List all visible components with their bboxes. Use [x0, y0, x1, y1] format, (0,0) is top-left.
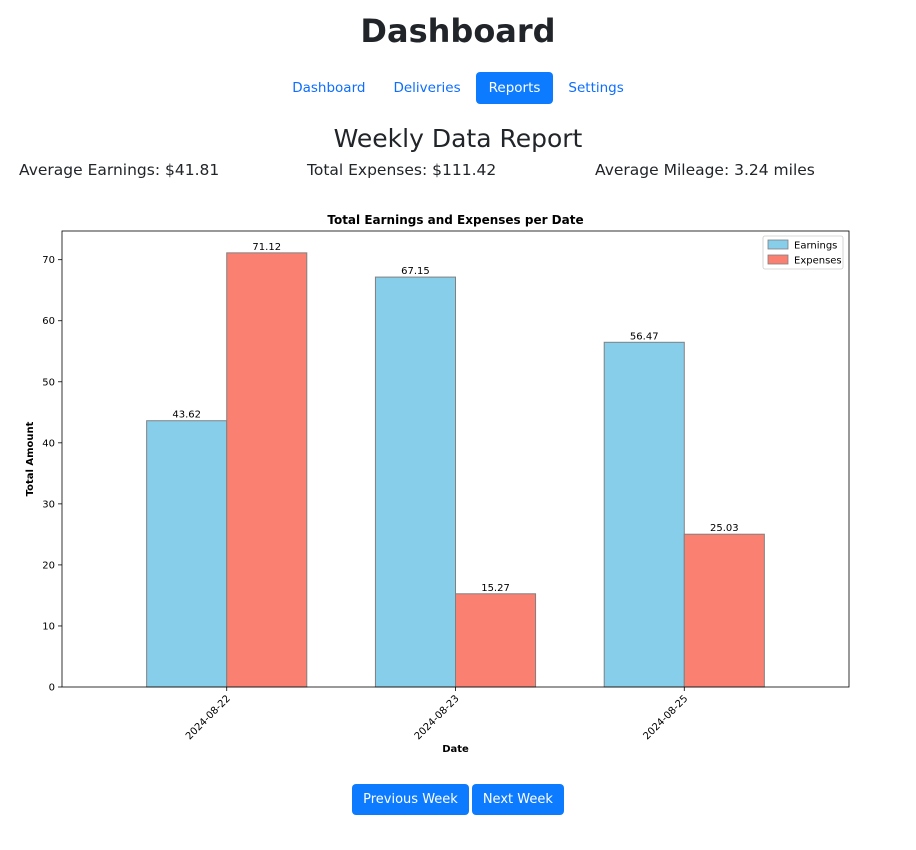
legend-label-earnings: Earnings — [794, 241, 837, 252]
nav-link-deliveries[interactable]: Deliveries — [380, 72, 473, 104]
data-label-earnings-2024-08-25: 56.47 — [630, 331, 659, 342]
earnings-expenses-chart: Total Earnings and Expenses per Date 43.6… — [25, 213, 850, 755]
total-expenses-stat: Total Expenses: $111.42 — [307, 161, 497, 179]
average-earnings-stat: Average Earnings: $41.81 — [19, 161, 220, 179]
y-tick-label: 50 — [42, 377, 55, 388]
bar-earnings-2024-08-22 — [146, 420, 228, 688]
y-tick-label: 20 — [42, 560, 55, 571]
previous-week-button[interactable]: Previous Week — [352, 784, 469, 815]
data-label-expenses-2024-08-23: 15.27 — [481, 583, 510, 594]
week-pager: Previous Week Next Week — [0, 784, 916, 815]
bar-earnings-2024-08-25 — [603, 341, 685, 688]
data-label-expenses-2024-08-25: 25.03 — [710, 523, 739, 534]
legend-swatch-expenses — [767, 254, 789, 265]
page: Dashboard Dashboard Deliveries Reports S… — [0, 0, 916, 850]
legend-swatch-earnings — [767, 239, 789, 250]
bar-expenses-2024-08-25 — [683, 533, 765, 688]
chart-container: Total Earnings and Expenses per Date 43.6… — [0, 205, 916, 765]
next-week-button[interactable]: Next Week — [471, 784, 564, 815]
average-mileage-stat: Average Mileage: 3.24 miles — [595, 161, 815, 179]
x-tick-label: 2024-08-23 — [413, 693, 462, 742]
y-tick-label: 60 — [42, 316, 55, 327]
bar-expenses-2024-08-22 — [226, 252, 308, 688]
legend-label-expenses: Expenses — [794, 256, 842, 267]
data-label-earnings-2024-08-22: 43.62 — [172, 410, 201, 421]
y-tick-label: 40 — [42, 438, 55, 449]
nav-link-settings[interactable]: Settings — [555, 72, 636, 104]
bar-earnings-2024-08-23 — [374, 276, 457, 688]
data-label-earnings-2024-08-23: 67.15 — [401, 266, 430, 277]
y-tick-label: 0 — [49, 683, 55, 694]
nav-link-dashboard[interactable]: Dashboard — [279, 72, 378, 104]
y-tick-label: 10 — [42, 621, 55, 632]
bar-expenses-2024-08-23 — [455, 593, 537, 688]
report-title: Weekly Data Report — [333, 124, 583, 153]
nav-link-reports[interactable]: Reports — [475, 72, 554, 104]
app-title: Dashboard — [360, 12, 556, 50]
chart-title: Total Earnings and Expenses per Date — [327, 213, 583, 227]
main-nav: Dashboard Deliveries Reports Settings — [0, 72, 916, 104]
x-tick-label: 2024-08-25 — [642, 693, 691, 742]
data-label-expenses-2024-08-22: 71.12 — [252, 242, 281, 253]
x-tick-label: 2024-08-22 — [184, 693, 233, 742]
x-axis-label: Date — [442, 744, 469, 755]
y-axis-label: Total Amount — [25, 421, 36, 496]
y-tick-label: 70 — [42, 255, 55, 266]
y-tick-label: 30 — [42, 499, 55, 510]
